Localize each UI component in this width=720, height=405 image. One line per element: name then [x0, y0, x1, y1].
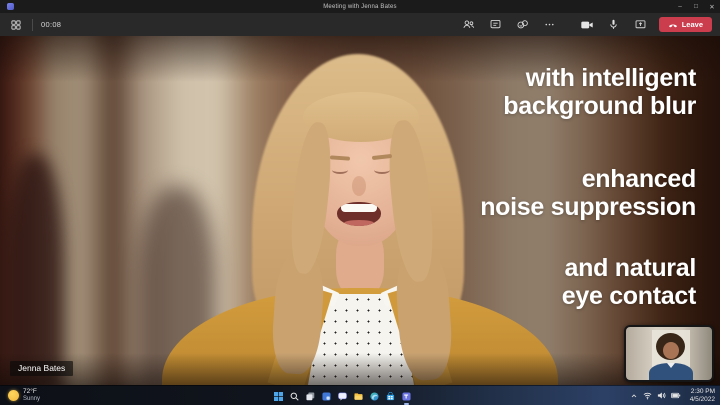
chat-app-icon[interactable] [336, 387, 349, 405]
edge-icon[interactable] [368, 387, 381, 405]
wifi-icon[interactable] [643, 391, 652, 400]
desktop-screen: Meeting with Jenna Bates – □ ✕ 00:08 [0, 0, 720, 405]
start-button[interactable] [272, 387, 285, 405]
caption-line: eye contact [562, 282, 696, 310]
toolbar-left-group: 00:08 [8, 17, 61, 33]
caption-line: with intelligent [503, 64, 696, 92]
window-titlebar: Meeting with Jenna Bates – □ ✕ [0, 0, 720, 13]
hangup-phone-icon [668, 20, 678, 30]
taskbar-app-icons [272, 386, 413, 405]
weather-condition: Sunny [23, 396, 40, 403]
teams-app-icon[interactable] [400, 387, 413, 405]
eye [374, 166, 390, 174]
meeting-timer: 00:08 [41, 20, 61, 29]
taskbar-clock[interactable]: 2:30 PM 4/5/2022 [690, 388, 715, 404]
lower-lip [344, 220, 374, 226]
leave-button[interactable]: Leave [659, 17, 712, 32]
camera-icon[interactable] [579, 17, 595, 33]
caption-background-blur: with intelligent background blur [503, 64, 696, 120]
chat-icon[interactable] [488, 17, 504, 33]
more-options-icon[interactable] [542, 17, 558, 33]
pip-person-face [663, 342, 679, 359]
share-screen-icon[interactable] [633, 17, 649, 33]
windows-taskbar: 72°F Sunny [0, 385, 720, 405]
caption-line: enhanced [480, 165, 696, 193]
microphone-icon[interactable] [606, 17, 622, 33]
toolbar-divider [32, 19, 33, 31]
tray-date: 4/5/2022 [690, 396, 715, 404]
task-view-icon[interactable] [304, 387, 317, 405]
system-tray: 2:30 PM 4/5/2022 [630, 388, 715, 404]
widgets-icon[interactable] [320, 387, 333, 405]
weather-temperature: 72°F [23, 388, 40, 395]
meeting-toolbar: 00:08 [0, 13, 720, 36]
battery-icon[interactable] [671, 391, 681, 400]
main-video-feed: with intelligent background blur enhance… [0, 36, 720, 385]
participant-name-tag: Jenna Bates [10, 361, 73, 376]
leave-button-label: Leave [682, 20, 703, 29]
nose [352, 176, 366, 196]
weather-widget[interactable]: 72°F Sunny [8, 388, 40, 402]
caption-eye-contact: and natural eye contact [562, 254, 696, 310]
volume-icon[interactable] [657, 391, 666, 400]
window-title: Meeting with Jenna Bates [0, 4, 720, 10]
toolbar-right-group: Leave [450, 17, 712, 33]
caption-line: and natural [562, 254, 696, 282]
reactions-icon[interactable] [515, 17, 531, 33]
bottom-vignette [0, 353, 720, 385]
tray-time: 2:30 PM [690, 388, 715, 396]
eye [332, 166, 348, 174]
file-explorer-icon[interactable] [352, 387, 365, 405]
store-icon[interactable] [384, 387, 397, 405]
caption-noise-suppression: enhanced noise suppression [480, 165, 696, 221]
gallery-view-icon[interactable] [8, 17, 24, 33]
people-icon[interactable] [461, 17, 477, 33]
teeth [341, 204, 377, 212]
chevron-up-icon[interactable] [630, 392, 638, 400]
self-view-pip[interactable] [624, 325, 714, 382]
caption-line: noise suppression [480, 193, 696, 221]
sun-icon [8, 390, 19, 401]
caption-line: background blur [503, 92, 696, 120]
smiling-mouth [337, 202, 381, 226]
search-icon[interactable] [288, 387, 301, 405]
